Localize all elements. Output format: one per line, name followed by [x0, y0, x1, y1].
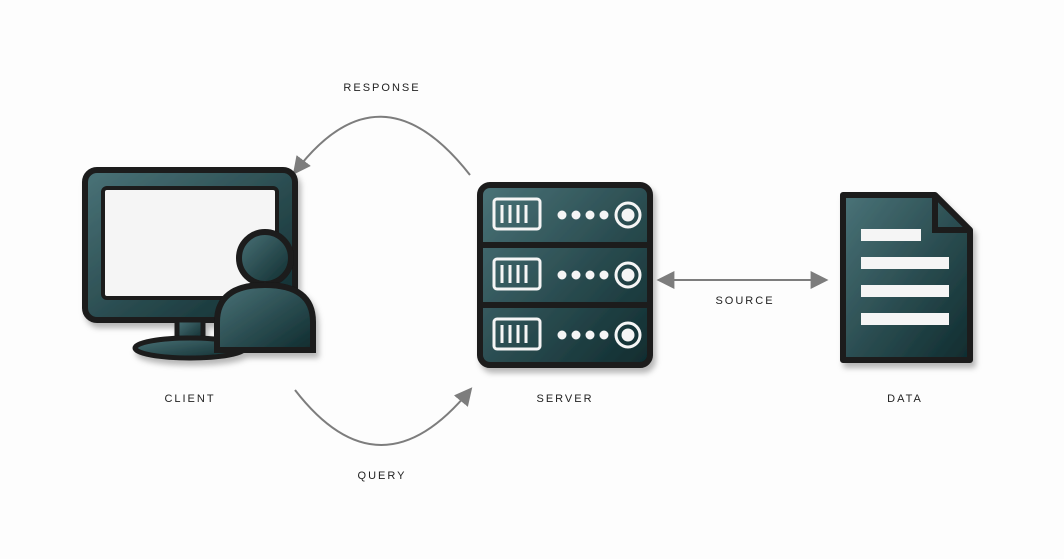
client-icon [85, 170, 313, 358]
data-icon [843, 195, 970, 360]
data-label: DATA [887, 393, 923, 405]
query-label: QUERY [358, 470, 407, 482]
server-label: SERVER [536, 393, 593, 405]
source-label: SOURCE [715, 295, 774, 307]
client-label: CLIENT [164, 393, 215, 405]
response-label: RESPONSE [343, 82, 420, 94]
arrow-response [295, 117, 470, 175]
server-icon [480, 185, 650, 365]
diagram-stage: CLIENT SERVER DATA RESPONSE QUERY SOURCE [0, 0, 1064, 559]
arrow-query [295, 390, 470, 445]
diagram-svg [0, 0, 1064, 559]
